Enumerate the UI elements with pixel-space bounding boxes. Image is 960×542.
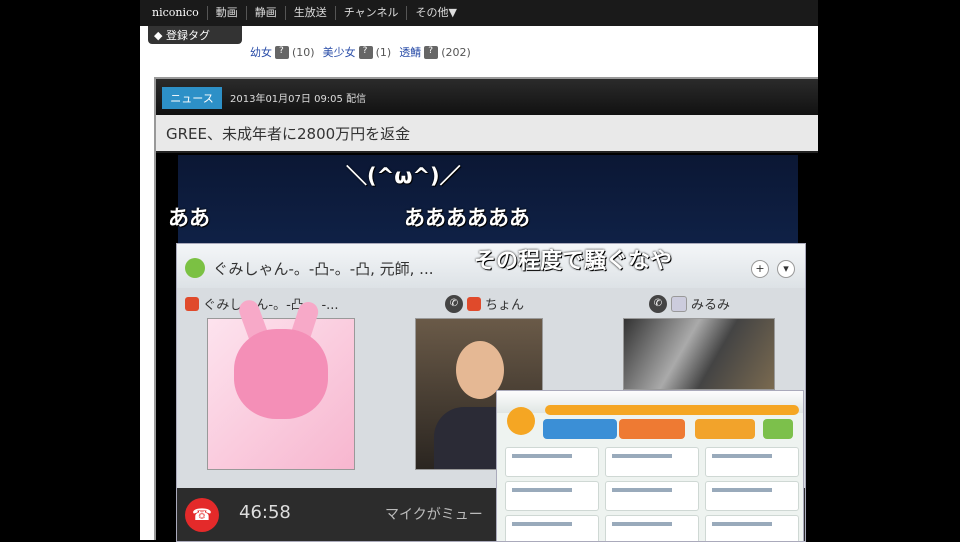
nav-item-video[interactable]: 動画 (208, 6, 247, 20)
nav-item-channel[interactable]: チャンネル (336, 6, 408, 20)
tag-count: (202) (441, 45, 471, 59)
skype-status-icon (185, 296, 199, 311)
menu-icon[interactable]: ▾ (777, 260, 795, 278)
scrolling-comment: ああ (168, 206, 210, 230)
list-item[interactable] (605, 515, 699, 541)
niconico-logo[interactable]: niconico (140, 6, 208, 20)
list-item[interactable] (705, 481, 799, 511)
tag-item[interactable]: 幼女 (10) (250, 44, 315, 60)
tag-area: ◆ 登録タグ 幼女 (10) 美少女 (1) 透鯖 (202) (140, 26, 818, 80)
avatar (207, 297, 355, 470)
tag-item[interactable]: 美少女 (1) (323, 44, 392, 60)
list-item[interactable] (605, 447, 699, 477)
list-item[interactable] (705, 447, 799, 477)
tag-item[interactable]: 透鯖 (202) (399, 44, 471, 60)
skype-status-icon (467, 296, 481, 311)
list-item[interactable] (505, 447, 599, 477)
scrolling-comment: その程度で騒ぐなや (474, 249, 673, 274)
list-item[interactable] (505, 481, 599, 511)
news-title[interactable]: GREE、未成年者に2800万円を返金 (156, 115, 818, 153)
hangup-icon[interactable]: ☎ (185, 498, 219, 532)
participant-label: みるみ (691, 298, 731, 313)
list-item[interactable] (505, 515, 599, 541)
scrolling-comment: ああああああ (404, 206, 530, 230)
call-timer: 46:58 (239, 502, 291, 523)
phone-icon: ✆ (445, 294, 463, 313)
dictionary-icon[interactable] (358, 45, 373, 59)
dictionary-icon[interactable] (275, 45, 289, 59)
mute-status: マイクがミュー (385, 507, 483, 523)
nav-item-other[interactable]: その他▼ (407, 6, 464, 20)
tag-label[interactable]: 幼女 (250, 44, 272, 60)
phone-icon: ✆ (649, 294, 667, 313)
registered-tags-button[interactable]: ◆ 登録タグ (148, 26, 242, 44)
add-icon[interactable]: + (751, 260, 769, 278)
scrolling-comment: ＼(^ω^)／ (346, 164, 461, 188)
news-badge[interactable]: ニュース (162, 87, 222, 109)
tag-label[interactable]: 透鯖 (399, 44, 421, 60)
conversation-title: ぐみしゃん-。-凸-。-凸, 元師, ... (213, 260, 434, 278)
tag-label[interactable]: 美少女 (323, 44, 356, 60)
app-banner (545, 405, 799, 415)
participant-label: ちょん (485, 298, 525, 313)
app-button[interactable] (543, 419, 617, 439)
tag-count: (10) (292, 45, 315, 59)
skype-status-icon (671, 295, 687, 312)
nav-item-seiga[interactable]: 静画 (247, 6, 286, 20)
news-date: 2013年01月07日 09:05 配信 (230, 94, 367, 105)
app-button[interactable] (763, 419, 793, 439)
top-navigation: niconico 動画 静画 生放送 チャンネル その他▼ (140, 0, 818, 26)
app-logo-icon (507, 407, 535, 435)
dictionary-icon[interactable] (424, 45, 439, 59)
list-item[interactable] (705, 515, 799, 541)
participant-name: ✆ ちょん (445, 294, 524, 313)
news-header: ニュース 2013年01月07日 09:05 配信 (156, 79, 818, 115)
tag-count: (1) (375, 45, 392, 59)
list-item[interactable] (605, 481, 699, 511)
avatar-hair (234, 329, 328, 419)
participant-name: ✆ みるみ (649, 294, 730, 313)
skype-logo-icon (185, 258, 205, 278)
nav-item-live[interactable]: 生放送 (286, 6, 336, 20)
avatar (623, 318, 775, 390)
game-app-window (496, 390, 804, 542)
app-button[interactable] (695, 419, 755, 439)
tag-list: 幼女 (10) 美少女 (1) 透鯖 (202) (250, 44, 471, 60)
app-button[interactable] (619, 419, 685, 439)
